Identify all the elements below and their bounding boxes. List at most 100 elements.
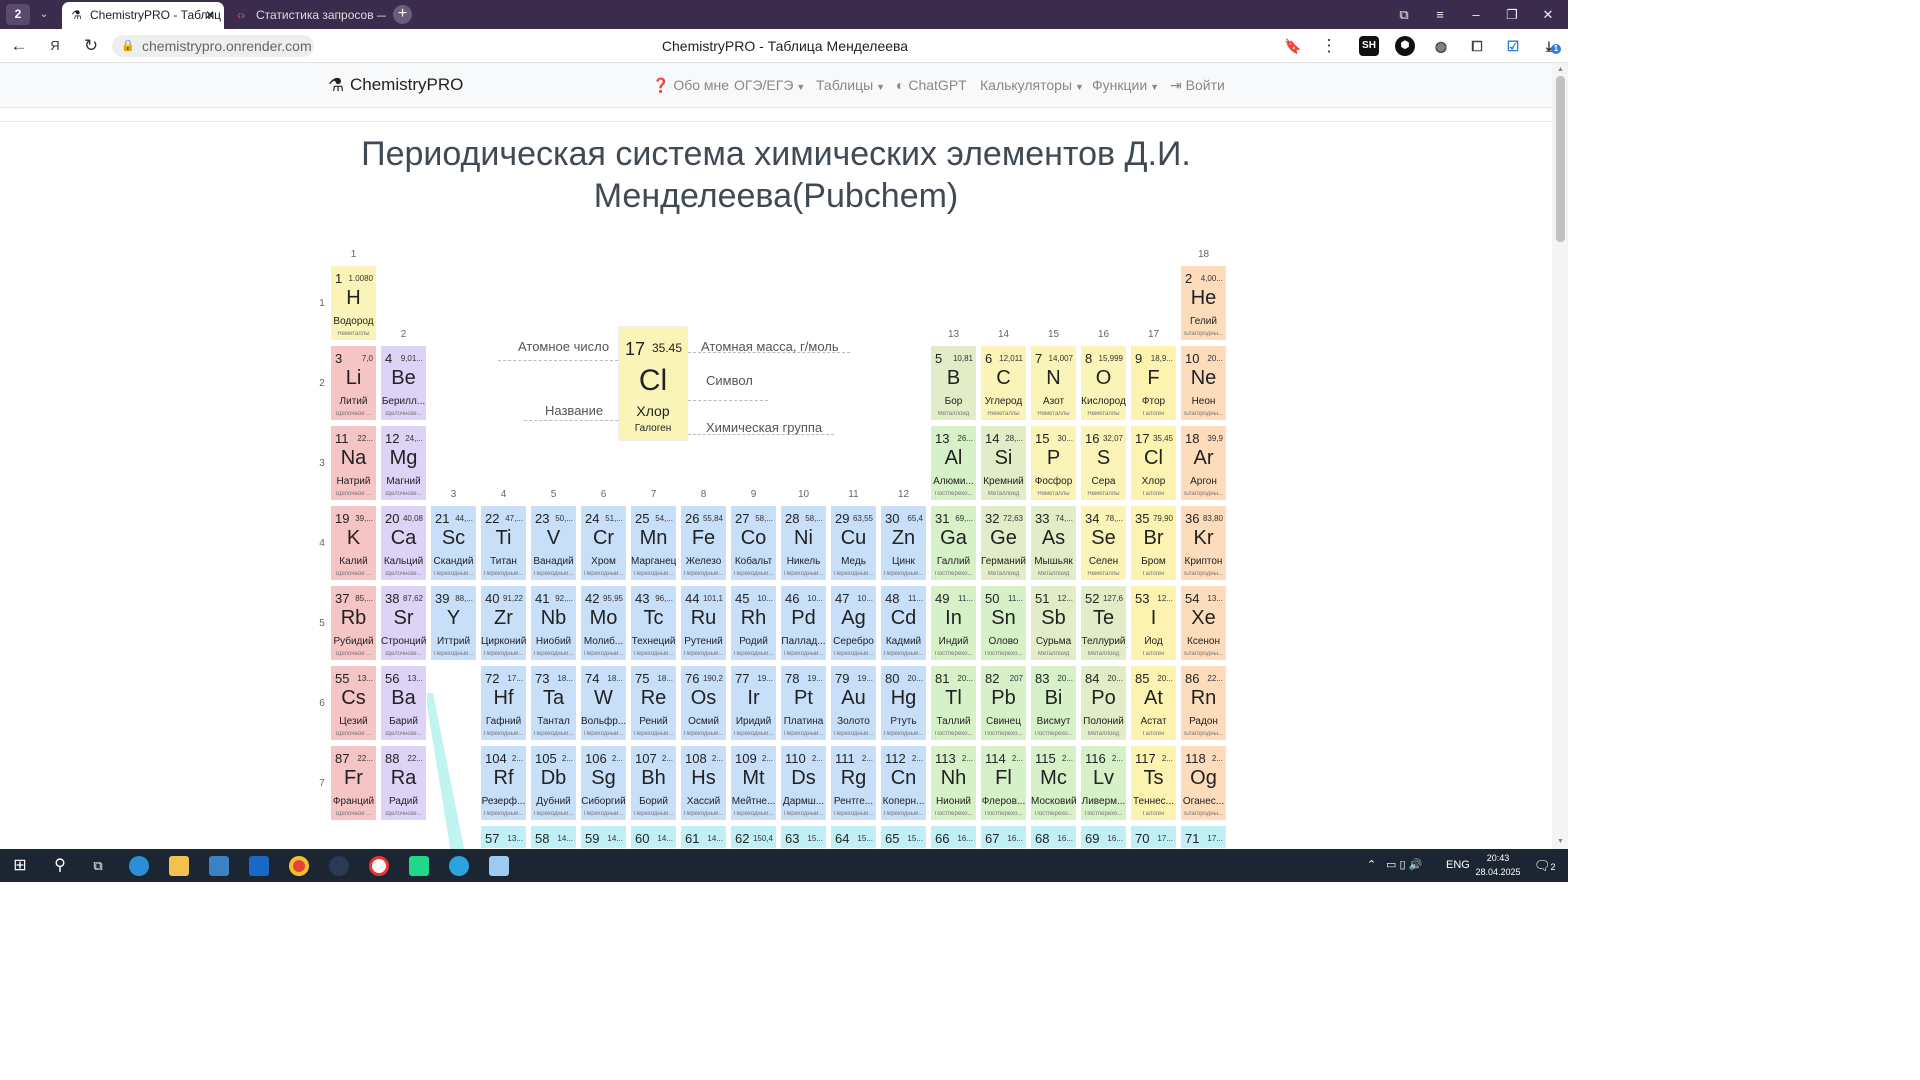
element-cell-Fl[interactable]: 114 2... Fl Флеров... Постпереxo...: [980, 745, 1027, 821]
element-cell-Cn[interactable]: 112 2... Cn Коперн... Переходный...: [880, 745, 927, 821]
element-cell-Nb[interactable]: 41 92,... Nb Ниобий Переходный...: [530, 585, 577, 661]
element-cell-Tc[interactable]: 43 96,... Tc Технеций Переходный...: [630, 585, 677, 661]
element-cell-H[interactable]: 1 1.0080 H Водород Неметаллы: [330, 265, 377, 341]
extension-sh-icon[interactable]: SH: [1359, 36, 1379, 56]
outlook-icon[interactable]: [249, 856, 269, 876]
element-cell-P[interactable]: 15 30... P Фосфор Неметаллы: [1030, 425, 1077, 501]
yandex-browser-icon[interactable]: [369, 856, 389, 876]
element-cell-He[interactable]: 2 4,00... He Гелий Благородны...: [1180, 265, 1227, 341]
downloads-icon[interactable]: ⤓ 1: [1539, 36, 1561, 56]
element-cell-Ts[interactable]: 117 2... Ts Теннес... Галоген: [1130, 745, 1177, 821]
element-cell-Bi[interactable]: 83 20... Bi Висмут Постпереxo...: [1030, 665, 1077, 741]
element-cell-Ir[interactable]: 77 19... Ir Иридий Переходный...: [730, 665, 777, 741]
element-cell-F[interactable]: 9 18,9... F Фтор Галоген: [1130, 345, 1177, 421]
yandex-icon[interactable]: Я: [41, 29, 69, 63]
element-cell-69[interactable]: 69 16...: [1080, 825, 1127, 849]
element-cell-Ca[interactable]: 20 40,08 Ca Кальций Щелочнозе...: [380, 505, 427, 581]
element-cell-Zn[interactable]: 30 65,4 Zn Цинк Переходный...: [880, 505, 927, 581]
nav-chatgpt[interactable]: ◐ ChatGPT: [896, 74, 967, 96]
element-cell-58[interactable]: 58 14...: [530, 825, 577, 849]
notifications-icon[interactable]: 🗨2: [1534, 849, 1556, 882]
element-cell-Mt[interactable]: 109 2... Mt Мейтне... Переходный...: [730, 745, 777, 821]
nav-about[interactable]: ❓ Обо мне: [652, 74, 729, 96]
element-cell-Ge[interactable]: 32 72,63 Ge Германий Металлоид: [980, 505, 1027, 581]
element-cell-Ta[interactable]: 73 18... Ta Тантал Переходный...: [530, 665, 577, 741]
element-cell-Os[interactable]: 76 190,2 Os Осмий Переходный...: [680, 665, 727, 741]
element-cell-S[interactable]: 16 32,07 S Сера Неметаллы: [1080, 425, 1127, 501]
bookmark-icon[interactable]: 🔖: [1279, 29, 1307, 63]
element-cell-Fr[interactable]: 87 22... Fr Франций Щелочной ...: [330, 745, 377, 821]
element-cell-Cd[interactable]: 48 11... Cd Кадмий Переходный...: [880, 585, 927, 661]
element-cell-Rh[interactable]: 45 10... Rh Родий Переходный...: [730, 585, 777, 661]
element-cell-C[interactable]: 6 12,011 C Углерод Неметаллы: [980, 345, 1027, 421]
element-cell-Hg[interactable]: 80 20... Hg Ртуть Переходный...: [880, 665, 927, 741]
close-tab-icon[interactable]: ✕: [205, 2, 215, 28]
more-options-icon[interactable]: ⋮: [1315, 29, 1343, 63]
element-cell-Rb[interactable]: 37 85,... Rb Рубидий Щелочной ...: [330, 585, 377, 661]
minimize-icon[interactable]: –: [1458, 0, 1494, 29]
edge-icon[interactable]: [129, 856, 149, 876]
element-cell-67[interactable]: 67 16...: [980, 825, 1027, 849]
element-cell-Na[interactable]: 11 22... Na Натрий Щелочной ...: [330, 425, 377, 501]
element-cell-K[interactable]: 19 39,... K Калий Щелочной ...: [330, 505, 377, 581]
element-cell-61[interactable]: 61 14...: [680, 825, 727, 849]
windows-start-icon[interactable]: ⊞: [0, 849, 40, 882]
element-cell-As[interactable]: 33 74,... As Мышьяк Металлоид: [1030, 505, 1077, 581]
nav-calculators-dropdown[interactable]: Калькуляторы ▼: [980, 74, 1084, 96]
reload-icon[interactable]: ↻: [77, 29, 105, 63]
element-cell-Cs[interactable]: 55 13... Cs Цезий Щелочной ...: [330, 665, 377, 741]
close-window-icon[interactable]: ✕: [1530, 0, 1566, 29]
element-cell-Rn[interactable]: 86 22... Rn Радон Благородны...: [1180, 665, 1227, 741]
element-cell-In[interactable]: 49 11... In Индий Постпереxo...: [930, 585, 977, 661]
element-cell-Ra[interactable]: 88 22... Ra Радий Щелочнозе...: [380, 745, 427, 821]
element-cell-Mo[interactable]: 42 95,95 Mo Молиб... Переходный...: [580, 585, 627, 661]
extension-dark-icon[interactable]: ⬢: [1395, 36, 1415, 56]
element-cell-Te[interactable]: 52 127,6 Te Теллурий Металлоид: [1080, 585, 1127, 661]
task-view-icon[interactable]: ⧉: [78, 849, 118, 882]
tab-statistics[interactable]: ‹› Статистика запросов — I: [228, 2, 386, 29]
element-cell-57[interactable]: 57 13...: [480, 825, 527, 849]
element-cell-Nh[interactable]: 113 2... Nh Нионий Постпереxo...: [930, 745, 977, 821]
back-arrow-icon[interactable]: ←: [5, 29, 33, 63]
element-cell-Kr[interactable]: 36 83,80 Kr Криптон Благородны...: [1180, 505, 1227, 581]
element-cell-Hs[interactable]: 108 2... Hs Хассий Переходный...: [680, 745, 727, 821]
element-cell-Rf[interactable]: 104 2... Rf Резерф... Переходный...: [480, 745, 527, 821]
nav-login[interactable]: ⇥ Войти: [1170, 74, 1225, 96]
element-cell-Sg[interactable]: 106 2... Sg Сиборгий Переходный...: [580, 745, 627, 821]
element-cell-Pb[interactable]: 82 207 Pb Свинец Постпереxo...: [980, 665, 1027, 741]
element-cell-Tl[interactable]: 81 20... Tl Таллий Постпереxo...: [930, 665, 977, 741]
element-cell-Sb[interactable]: 51 12... Sb Сурьма Металлоид: [1030, 585, 1077, 661]
element-cell-Db[interactable]: 105 2... Db Дубний Переходный...: [530, 745, 577, 821]
tab-chemistrypro[interactable]: ⚗ ChemistryPRO - Таблиц ✕: [62, 2, 224, 29]
element-cell-N[interactable]: 7 14,007 N Азот Неметаллы: [1030, 345, 1077, 421]
element-cell-Xe[interactable]: 54 13... Xe Ксенон Благородны...: [1180, 585, 1227, 661]
pycharm-icon[interactable]: [409, 856, 429, 876]
element-cell-Mn[interactable]: 25 54,... Mn Марганец Переходный...: [630, 505, 677, 581]
element-cell-Be[interactable]: 4 9,01... Be Берилл... Щелочнозе...: [380, 345, 427, 421]
element-cell-Sn[interactable]: 50 11... Sn Олово Постпереxo...: [980, 585, 1027, 661]
element-cell-Si[interactable]: 14 28,... Si Кремний Металлоид: [980, 425, 1027, 501]
element-cell-Br[interactable]: 35 79,90 Br Бром Галоген: [1130, 505, 1177, 581]
new-tab-button[interactable]: +: [393, 5, 412, 24]
element-cell-68[interactable]: 68 16...: [1030, 825, 1077, 849]
app-icon[interactable]: [489, 856, 509, 876]
extensions-puzzle-icon[interactable]: ⧠: [1467, 36, 1487, 56]
element-cell-W[interactable]: 74 18... W Вольфр... Переходный...: [580, 665, 627, 741]
element-cell-Cu[interactable]: 29 63,55 Cu Медь Переходный...: [830, 505, 877, 581]
steam-icon[interactable]: [329, 856, 349, 876]
element-cell-Rg[interactable]: 111 2... Rg Рентге... Переходный...: [830, 745, 877, 821]
extension-sphere-icon[interactable]: ◍: [1431, 36, 1451, 56]
element-cell-Mc[interactable]: 115 2... Mc Московий Постпереxo...: [1030, 745, 1077, 821]
scroll-down-arrow-icon[interactable]: ▼: [1557, 838, 1564, 845]
scroll-up-arrow-icon[interactable]: ▲: [1557, 66, 1564, 73]
nav-tables-dropdown[interactable]: Таблицы ▼: [816, 74, 885, 96]
element-cell-Po[interactable]: 84 20... Po Полоний Металлоид: [1080, 665, 1127, 741]
element-cell-70[interactable]: 70 17...: [1130, 825, 1177, 849]
element-cell-Re[interactable]: 75 18... Re Рений Переходный...: [630, 665, 677, 741]
element-cell-71[interactable]: 71 17...: [1180, 825, 1227, 849]
element-cell-Y[interactable]: 39 88,... Y Иттрий Переходный...: [430, 585, 477, 661]
element-cell-At[interactable]: 85 20... At Астат Галоген: [1130, 665, 1177, 741]
nav-functions-dropdown[interactable]: Функции ▼: [1092, 74, 1159, 96]
element-cell-Ba[interactable]: 56 13... Ba Барий Щелочнозе...: [380, 665, 427, 741]
element-cell-Li[interactable]: 3 7,0 Li Литий Щелочной ...: [330, 345, 377, 421]
